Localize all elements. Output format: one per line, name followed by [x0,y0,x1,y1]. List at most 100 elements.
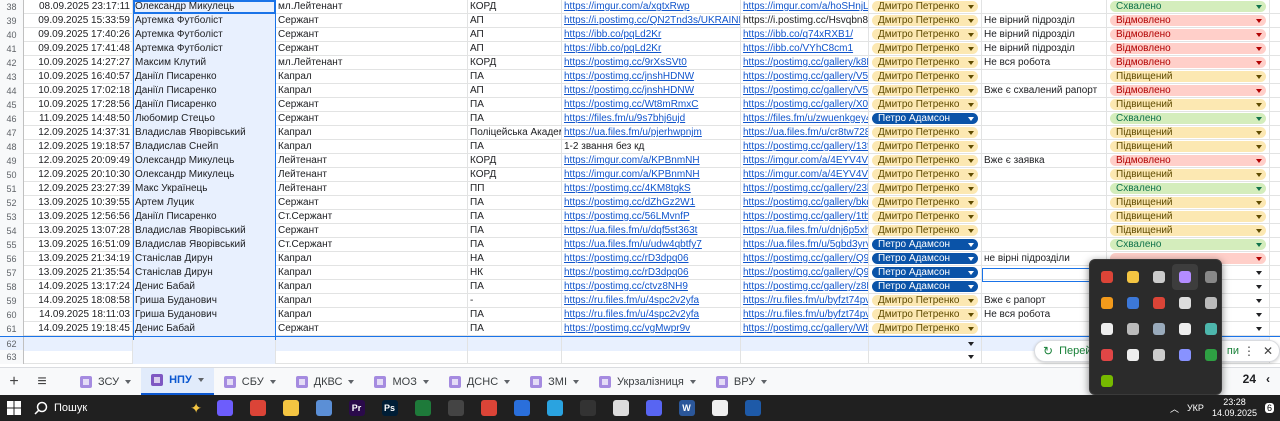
chrome-alt-icon[interactable] [1146,290,1172,316]
cell-rank[interactable]: Капрал [276,84,468,98]
cell-rank[interactable]: Лейтенант [276,154,468,168]
reviewer-dropdown-chip[interactable]: Дмитро Петренко [872,225,978,236]
file-explorer-icon[interactable] [274,395,307,421]
cell-status[interactable]: Підвищений [1107,168,1270,182]
cell-status[interactable]: Відмовлено [1107,56,1270,70]
cell-status[interactable]: Схвалено [1107,0,1270,14]
monitor-icon[interactable] [571,395,604,421]
cell-name[interactable]: Даніїл Писаренко [133,70,276,84]
reviewer-dropdown-chip[interactable]: Дмитро Петренко [872,71,978,82]
chrome-tray-icon[interactable] [1094,264,1120,290]
reviewer-dropdown-chip[interactable]: Дмитро Петренко [872,155,978,166]
cell-name[interactable]: Даніїл Писаренко [133,98,276,112]
cell-unit[interactable]: КОРД [468,168,562,182]
cell-date[interactable]: 12.09.2025 20:10:30 [24,168,133,182]
game-icon[interactable] [505,395,538,421]
status-dropdown-chip[interactable]: Підвищений [1110,197,1266,208]
cell-date[interactable]: 13.09.2025 12:56:56 [24,210,133,224]
cell-rank[interactable]: Сержант [276,14,468,28]
app-f-icon[interactable] [1094,316,1120,342]
cell-link-1[interactable]: https://postimg.cc/jnshHDNW [562,84,741,98]
cell-link-1[interactable]: https://ru.files.fm/u/4spc2v2yfa [562,308,741,322]
cell-link-1[interactable]: https://i.postimg.cc/QN2Tnd3s/UKRAINE-GT [562,14,741,28]
cell-status[interactable]: Відмовлено [1107,28,1270,42]
empty-cell[interactable] [869,337,982,351]
cell-date[interactable]: 13.09.2025 16:51:09 [24,238,133,252]
row-number[interactable]: 60 [0,308,24,322]
record-icon[interactable] [1120,342,1146,368]
empty-cell[interactable] [562,337,741,351]
empty-cell[interactable] [741,337,869,351]
cell-note[interactable]: Вже є заявка [982,154,1107,168]
cell-reviewer[interactable]: Дмитро Петренко [869,28,982,42]
cell-link-1[interactable]: https://postimg.cc/jnshHDNW [562,70,741,84]
cell-name[interactable]: Даніїл Писаренко [133,84,276,98]
cell-unit[interactable]: ПА [468,322,562,336]
cell-unit[interactable]: АП [468,42,562,56]
row-number[interactable]: 53 [0,210,24,224]
cell-name[interactable]: Олександр Микулець [133,154,276,168]
cell-link-2[interactable]: https://postimg.cc/gallery/k8M1l [741,56,869,70]
cell-name[interactable]: Гриша Буданович [133,308,276,322]
cell-unit[interactable]: КОРД [468,154,562,168]
cell-rank[interactable]: мл.Лейтенант [276,0,468,14]
cell-unit[interactable]: АП [468,14,562,28]
reviewer-dropdown-chip[interactable]: Дмитро Петренко [872,85,978,96]
telegram-icon[interactable] [538,395,571,421]
row-number[interactable]: 52 [0,196,24,210]
reviewer-dropdown-chip[interactable]: Дмитро Петренко [872,29,978,40]
status-dropdown-chip[interactable]: Схвалено [1110,183,1266,194]
cell-date[interactable]: 10.09.2025 16:40:57 [24,70,133,84]
nvidia-icon[interactable] [1094,368,1120,394]
photos-icon[interactable] [604,395,637,421]
cell-status[interactable]: Підвищений [1107,126,1270,140]
sheet-tab-4[interactable]: ДКВС [286,368,365,396]
cell-link-1[interactable]: https://postimg.cc/9rXsSVt0 [562,56,741,70]
cell-date[interactable]: 10.09.2025 14:27:27 [24,56,133,70]
cell-status[interactable]: Підвищений [1107,224,1270,238]
sheet-tab-2[interactable]: НПУ [141,367,214,396]
cell-reviewer[interactable]: Дмитро Петренко [869,168,982,182]
cell-reviewer[interactable]: Дмитро Петренко [869,154,982,168]
calculator-icon[interactable] [307,395,340,421]
status-dropdown-chip[interactable]: Схвалено [1110,113,1266,124]
row-number[interactable]: 46 [0,112,24,126]
empty-cell[interactable] [468,350,562,364]
cell-name[interactable]: Любомир Стецьо [133,112,276,126]
chevron-down-icon[interactable] [197,378,204,382]
cell-status[interactable]: Схвалено [1107,112,1270,126]
cell-rank[interactable]: Сержант [276,98,468,112]
row-number[interactable]: 55 [0,238,24,252]
network-icon[interactable] [1198,316,1224,342]
cell-reviewer[interactable]: Петро Адамсон [869,266,982,280]
row-number[interactable]: 48 [0,140,24,154]
cell-link-1[interactable]: https://imgur.com/a/xgtxRwp [562,0,741,14]
cell-link-1[interactable]: https://imgur.com/a/KPBnmNH [562,168,741,182]
github-icon[interactable] [703,395,736,421]
cell-note[interactable] [982,0,1107,14]
cell-link-2[interactable]: https://imgur.com/a/4EYV4VW [741,168,869,182]
xbox-icon[interactable] [1198,342,1224,368]
cell-name[interactable]: Денис Бабай [133,280,276,294]
chevron-down-icon[interactable] [761,379,768,384]
reviewer-dropdown-chip[interactable]: Петро Адамсон [872,253,978,264]
cell-reviewer[interactable]: Дмитро Петренко [869,308,982,322]
cell-unit[interactable]: ПА [468,70,562,84]
word-icon[interactable]: W [670,395,703,421]
cell-note[interactable] [982,238,1107,252]
row-number[interactable]: 45 [0,98,24,112]
chevron-down-icon[interactable] [573,379,580,384]
cell-date[interactable]: 14.09.2025 18:11:03 [24,308,133,322]
cell-date[interactable]: 11.09.2025 14:48:50 [24,112,133,126]
cell-link-2[interactable]: https://files.fm/u/zwuenkgey4 [741,112,869,126]
cell-rank[interactable]: Сержант [276,28,468,42]
mic-record-icon[interactable] [1094,342,1120,368]
cell-date[interactable]: 08.09.2025 23:17:11 [24,0,133,14]
cell-date[interactable]: 10.09.2025 17:28:56 [24,98,133,112]
side-panel-chevron-icon[interactable]: ‹ [1266,372,1270,386]
add-sheet-button[interactable]: + [0,368,28,396]
cell-link-1[interactable]: https://ua.files.fm/u/udw4qbtfy7 [562,238,741,252]
status-dropdown-chip[interactable]: Підвищений [1110,99,1266,110]
cell-reviewer[interactable]: Дмитро Петренко [869,140,982,154]
cell-link-1[interactable]: https://postimg.cc/Wt8mRmxC [562,98,741,112]
